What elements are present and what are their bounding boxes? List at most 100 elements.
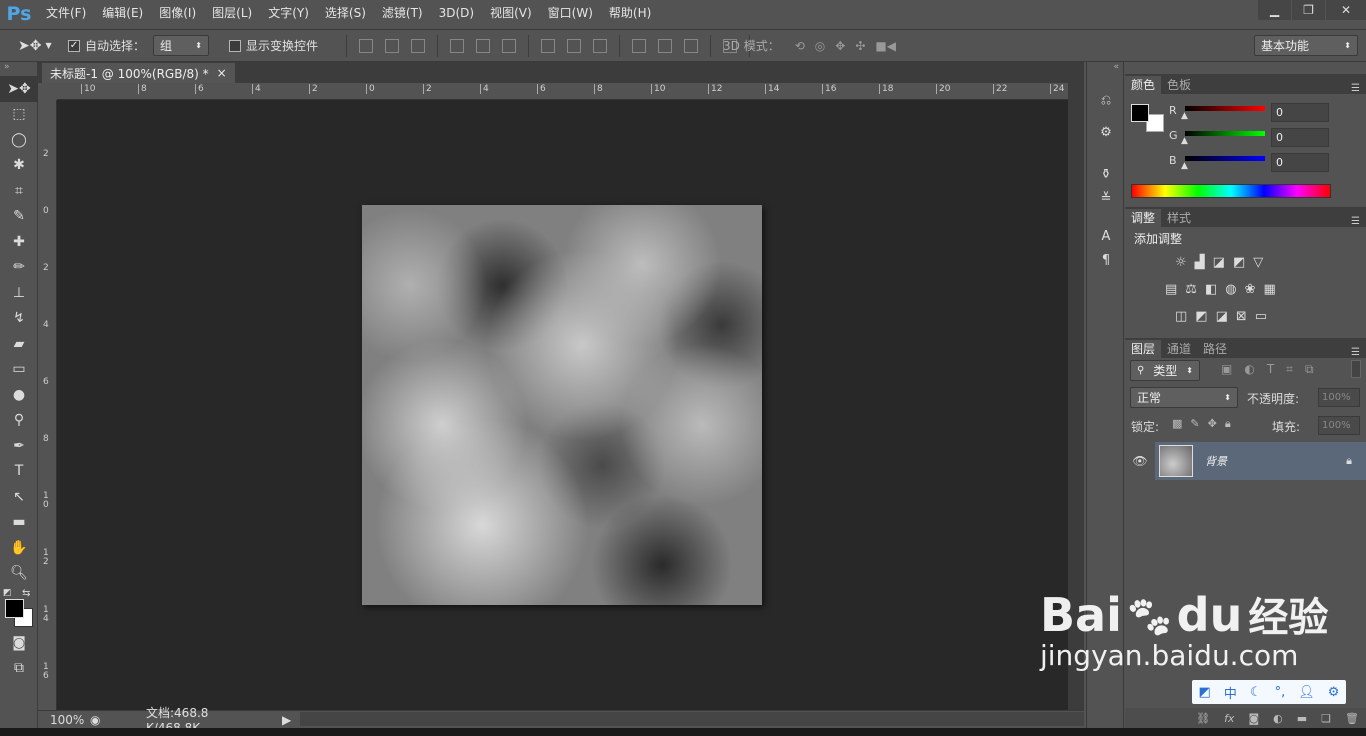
menu-image[interactable]: 图像(I) — [151, 0, 204, 27]
distribute-top-icon[interactable] — [541, 38, 555, 53]
distribute-bottom-icon[interactable] — [593, 38, 607, 53]
ime-moon-icon[interactable]: ☾ — [1250, 685, 1262, 700]
type-tool-icon[interactable]: T — [0, 459, 38, 485]
tab-swatches[interactable]: 色板 — [1161, 76, 1197, 94]
delete-layer-icon[interactable]: 🗑︎ — [1345, 712, 1359, 725]
clouds-image[interactable] — [362, 205, 762, 605]
panel-collapse-icon[interactable]: » — [0, 62, 37, 76]
eye-icon[interactable]: 👁︎ — [1125, 442, 1155, 480]
g-value-input[interactable]: 0 — [1271, 128, 1329, 147]
ime-settings-icon[interactable]: ⚙ — [1328, 685, 1340, 700]
zoom-tool-icon[interactable]: 🔍︎ — [0, 561, 38, 587]
brush-presets-icon[interactable]: ⚱ — [1087, 162, 1125, 186]
horizontal-ruler[interactable]: 10 8 6 4 2 0 2 4 6 8 10 12 14 16 18 20 22 24 — [57, 83, 1084, 100]
foreground-color-chip[interactable] — [1131, 104, 1149, 122]
filter-adjustment-icon[interactable]: ◐ — [1244, 362, 1254, 377]
lock-pixels-icon[interactable]: ✎ — [1190, 417, 1199, 431]
paragraph-panel-icon[interactable]: ¶ — [1087, 248, 1125, 272]
auto-select-dropdown[interactable]: 组 ⬍ — [153, 35, 209, 56]
link-layers-icon[interactable]: ⛓ — [1196, 712, 1210, 725]
distribute-vcenter-icon[interactable] — [567, 38, 581, 53]
vibrance-icon[interactable]: ▽ — [1253, 255, 1263, 270]
filter-toggle[interactable] — [1351, 360, 1361, 378]
layer-filter-dropdown[interactable]: ⚲ 类型 ⬍ — [1130, 360, 1200, 381]
lock-all-icon[interactable]: 🔒︎ — [1225, 417, 1231, 431]
align-hcenter-icon[interactable] — [476, 38, 490, 53]
menu-view[interactable]: 视图(V) — [482, 0, 540, 27]
r-slider[interactable] — [1185, 106, 1265, 111]
menu-filter[interactable]: 滤镜(T) — [374, 0, 431, 27]
3d-pan-icon[interactable]: ✥ — [835, 39, 845, 53]
levels-icon[interactable]: ▟ — [1195, 255, 1205, 270]
menu-type[interactable]: 文字(Y) — [260, 0, 317, 27]
menu-3d[interactable]: 3D(D) — [431, 0, 482, 27]
color-balance-icon[interactable]: ⚖ — [1185, 282, 1197, 297]
crop-tool-icon[interactable]: ⌗ — [0, 178, 38, 204]
panel-menu-icon[interactable]: ☰ — [1351, 216, 1360, 227]
close-button[interactable]: ✕ — [1326, 0, 1366, 20]
properties-panel-icon[interactable]: ⚙ — [1087, 120, 1125, 144]
b-slider[interactable] — [1185, 156, 1265, 161]
color-lookup-icon[interactable]: ▦ — [1264, 282, 1276, 297]
menu-select[interactable]: 选择(S) — [317, 0, 374, 27]
3d-rotate-icon[interactable]: ⟲ — [795, 39, 805, 53]
align-top-icon[interactable] — [359, 38, 373, 53]
menu-help[interactable]: 帮助(H) — [601, 0, 659, 27]
status-info-icon[interactable]: ◉ — [90, 713, 110, 727]
3d-slide-icon[interactable]: ✣ — [855, 39, 865, 53]
tab-layers[interactable]: 图层 — [1125, 340, 1162, 358]
blur-tool-icon[interactable]: ● — [0, 382, 38, 408]
fill-input[interactable]: 100% — [1318, 416, 1360, 435]
ime-logo-icon[interactable]: ◩ — [1199, 685, 1211, 700]
move-tool-preset[interactable]: ➤✥ ▼ — [18, 30, 52, 61]
3d-scale-icon[interactable]: ■◀ — [875, 39, 896, 53]
history-panel-icon[interactable]: ⎌ — [1087, 88, 1125, 112]
history-brush-tool-icon[interactable]: ↯ — [0, 306, 38, 332]
zoom-level[interactable]: 100% — [38, 713, 90, 727]
hand-tool-icon[interactable]: ✋ — [0, 535, 38, 561]
selective-color-icon[interactable]: ⊠ — [1236, 309, 1247, 324]
dodge-tool-icon[interactable]: ⚲ — [0, 408, 38, 434]
status-menu-arrow-icon[interactable]: ▶ — [282, 713, 291, 727]
distribute-left-icon[interactable] — [632, 38, 646, 53]
healing-brush-tool-icon[interactable]: ✚ — [0, 229, 38, 255]
quick-mask-icon[interactable]: ◙ — [0, 630, 38, 656]
tab-channels[interactable]: 通道 — [1161, 340, 1197, 358]
align-vcenter-icon[interactable] — [385, 38, 399, 53]
new-layer-icon[interactable]: ❏ — [1321, 712, 1331, 725]
align-right-icon[interactable] — [502, 38, 516, 53]
exposure-icon[interactable]: ◩ — [1233, 255, 1245, 270]
channel-mixer-icon[interactable]: ❀ — [1245, 282, 1256, 297]
vertical-ruler[interactable]: 2 0 2 4 6 8 10 12 14 16 — [38, 100, 57, 710]
distribute-right-icon[interactable] — [684, 38, 698, 53]
threshold-icon[interactable]: ◪ — [1216, 309, 1228, 324]
layer-row-background[interactable]: 背景 🔒︎ — [1155, 442, 1366, 480]
brush-panel-icon[interactable]: ≚ — [1087, 186, 1125, 210]
menu-layer[interactable]: 图层(L) — [204, 0, 260, 27]
new-group-icon[interactable]: ▬ — [1297, 712, 1307, 725]
foreground-color-swatch[interactable] — [5, 599, 24, 618]
default-colors-icon[interactable]: ◩ — [3, 588, 12, 598]
document-tab[interactable]: 未标题-1 @ 100%(RGB/8) * × — [42, 63, 235, 83]
tab-color[interactable]: 颜色 — [1125, 76, 1162, 94]
opacity-input[interactable]: 100% — [1318, 388, 1360, 407]
pen-tool-icon[interactable]: ✒ — [0, 433, 38, 459]
layer-style-icon[interactable]: fx — [1224, 712, 1234, 725]
filter-type-icon[interactable]: T — [1267, 362, 1274, 377]
add-mask-icon[interactable]: ◙ — [1248, 712, 1259, 725]
brush-tool-icon[interactable]: ✏ — [0, 255, 38, 281]
tab-paths[interactable]: 路径 — [1197, 340, 1233, 358]
ime-punct-icon[interactable]: °, — [1275, 685, 1286, 700]
gradient-tool-icon[interactable]: ▭ — [0, 357, 38, 383]
menu-window[interactable]: 窗口(W) — [540, 0, 601, 27]
filter-shape-icon[interactable]: ⌗ — [1286, 362, 1293, 377]
tab-adjustments[interactable]: 调整 — [1125, 209, 1162, 227]
lock-transparent-icon[interactable]: ▩ — [1172, 417, 1182, 431]
3d-roll-icon[interactable]: ◎ — [815, 39, 825, 53]
workspace-dropdown[interactable]: 基本功能 ⬍ — [1254, 35, 1358, 56]
filter-pixel-icon[interactable]: ▣ — [1221, 362, 1232, 377]
r-value-input[interactable]: 0 — [1271, 103, 1329, 122]
magic-wand-tool-icon[interactable]: ✱ — [0, 153, 38, 179]
lock-position-icon[interactable]: ✥ — [1208, 417, 1217, 431]
auto-select-option[interactable]: ✓ 自动选择： — [68, 30, 145, 61]
